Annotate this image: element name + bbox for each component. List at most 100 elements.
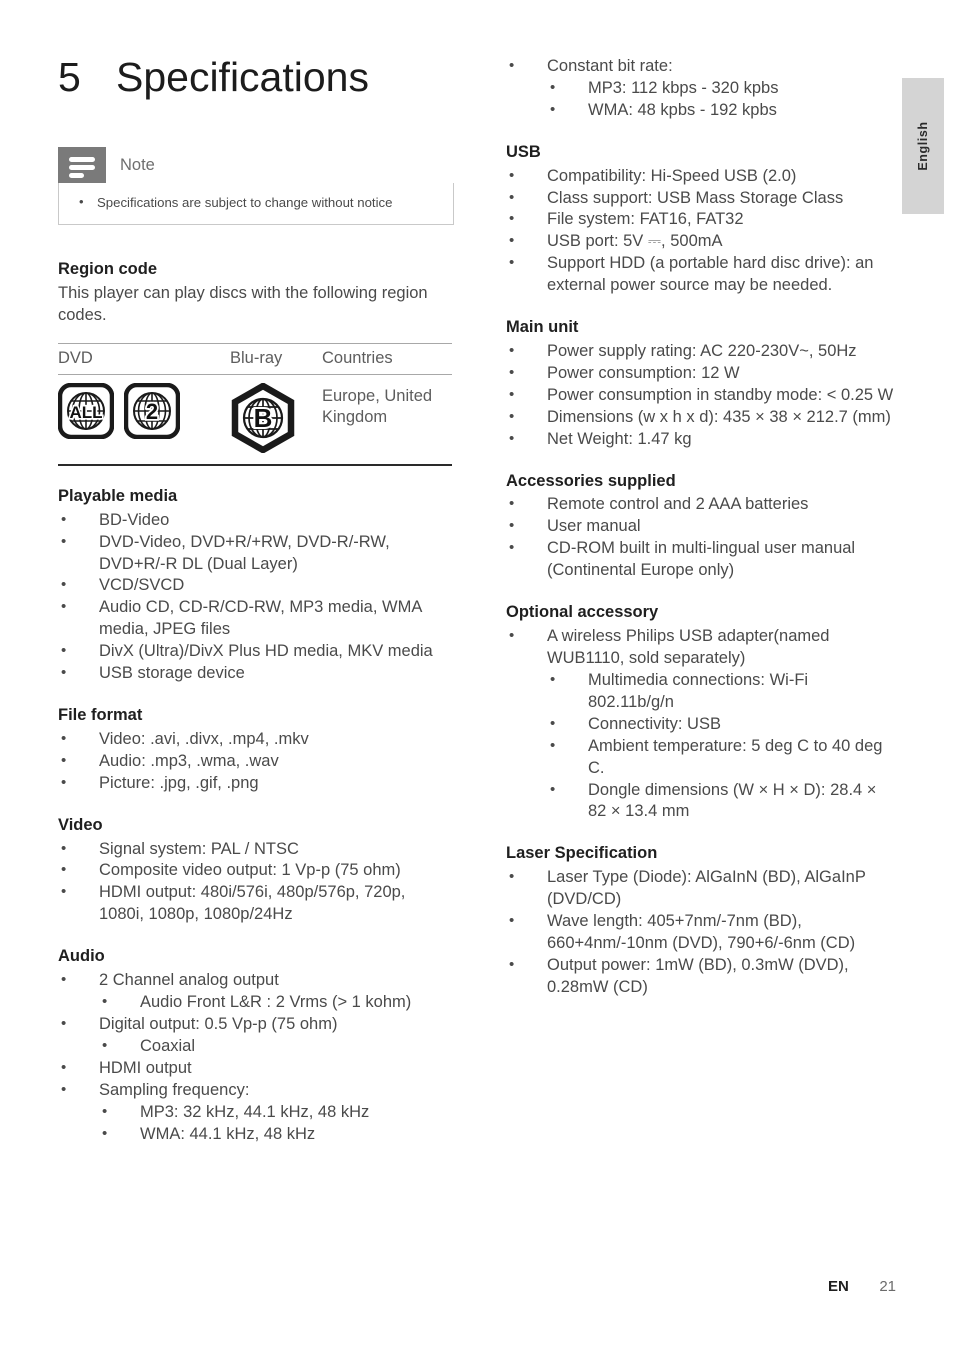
list-item: • Audio: .mp3, .wma, .wav: [58, 751, 454, 773]
list-item: • BD-Video: [58, 510, 454, 532]
language-side-tab-label: English: [916, 121, 930, 171]
bullet-icon: •: [509, 495, 515, 513]
list-item: • Power consumption in standby mode: < 0.…: [506, 385, 896, 407]
list-item-label: Signal system: PAL / NTSC: [99, 839, 299, 858]
table-header-row: DVD Blu-ray Countries: [58, 344, 452, 374]
list-item: • Class support: USB Mass Storage Class: [506, 188, 896, 210]
bullet-icon: •: [509, 517, 515, 535]
list-item-label: USB storage device: [99, 664, 245, 683]
sub-list-container: • Multimedia connections: Wi-Fi 802.11b/g…: [547, 670, 896, 824]
sub-list-item-label: Connectivity: USB: [588, 714, 721, 733]
section-heading: Optional accessory: [506, 603, 659, 622]
list-item: • Power supply rating: AC 220-230V~, 50Hz: [506, 341, 896, 363]
list-item: • 2 Channel analog output: [58, 970, 454, 992]
bullet-icon: •: [61, 971, 67, 989]
bullet-icon: •: [61, 729, 67, 747]
right-continued-list: • Constant bit rate: • MP3: 112 kbps - 320 …: [506, 56, 896, 122]
list-item: • Power consumption: 12 W: [506, 363, 896, 385]
bullet-list: • Video: .avi, .divx, .mp4, .mkv • Audio: .…: [58, 729, 454, 795]
list-item: • User manual: [506, 516, 896, 538]
section-heading: USB: [506, 142, 541, 161]
note-list-item: Specifications are subject to change wit…: [69, 193, 443, 212]
list-item-label: DivX (Ultra)/DivX Plus HD media, MKV med…: [99, 642, 433, 661]
list-item-label: Net Weight: 1.47 kg: [547, 429, 692, 448]
note-callout: Note Specifications are subject to chang…: [58, 147, 454, 225]
bullet-icon: •: [550, 670, 556, 688]
sub-list: • Audio Front L&R : 2 Vrms (> 1 kohm): [99, 992, 454, 1014]
list-item: • HDMI output: 480i/576i, 480p/576p, 720p…: [58, 882, 454, 926]
sub-list-item: • WMA: 48 kpbs - 192 kpbs: [547, 100, 896, 122]
bullet-icon: •: [509, 868, 515, 886]
list-item-label: HDMI output: 480i/576i, 480p/576p, 720p,…: [99, 883, 406, 924]
bullet-icon: •: [509, 57, 515, 74]
table-col-bluray: Blu-ray: [230, 348, 283, 367]
list-item: • File system: FAT16, FAT32: [506, 209, 896, 231]
list-item: • Dimensions (w x h x d): 435 × 38 × 212.…: [506, 407, 896, 429]
list-item: • Wave length: 405+7nm/-7nm (BD), 660+4nm…: [506, 911, 896, 955]
bullet-list: • BD-Video • DVD-Video, DVD+R/+RW, DVD-R/-R…: [58, 510, 454, 686]
list-item-label: CD-ROM built in multi-lingual user manua…: [547, 539, 856, 580]
bullet-icon: •: [509, 912, 515, 930]
bullet-list: • Power supply rating: AC 220-230V~, 50Hz…: [506, 341, 896, 451]
list-item-label: USB port: 5V ⎓, 500mA: [547, 232, 723, 251]
bullet-icon: •: [61, 510, 67, 528]
list-item-label: File system: FAT16, FAT32: [547, 210, 744, 229]
sub-list: • Coaxial: [99, 1036, 454, 1058]
section-heading: Audio: [58, 947, 105, 966]
sub-list-item-label: WMA: 44.1 kHz, 48 kHz: [140, 1124, 316, 1143]
bullet-list: • HDMI output • Sampling frequency:: [58, 1058, 454, 1102]
svg-text:ALL: ALL: [69, 403, 102, 422]
bullet-icon: •: [509, 539, 515, 557]
region-code-table: DVD Blu-ray Countries ALL 2 B Europe, Un…: [58, 342, 452, 466]
table-row: ALL 2 B Europe, United Kingdom: [58, 375, 452, 458]
left-column: 5 Specifications Note Specifications are…: [58, 55, 454, 1146]
list-item-label: Audio: .mp3, .wma, .wav: [99, 751, 279, 770]
list-item: • VCD/SVCD: [58, 575, 454, 597]
list-item-label: A wireless Philips USB adapter(named WUB…: [547, 626, 830, 667]
sub-list: • Multimedia connections: Wi-Fi 802.11b/g…: [547, 670, 896, 824]
bullet-icon: •: [61, 576, 67, 594]
sub-list-item-label: MP3: 32 kHz, 44.1 kHz, 48 kHz: [140, 1102, 370, 1121]
bullet-list: • Remote control and 2 AAA batteries • User…: [506, 494, 896, 582]
bullet-list: • Digital output: 0.5 Vp-p (75 ohm): [58, 1014, 454, 1036]
bullet-icon: •: [61, 773, 67, 791]
right-column: • Constant bit rate: • MP3: 112 kbps - 320 …: [506, 56, 896, 999]
list-item-label: VCD/SVCD: [99, 576, 185, 595]
list-item-label: User manual: [547, 517, 641, 536]
list-item-label: Audio CD, CD-R/CD-RW, MP3 media, WMA med…: [99, 598, 422, 639]
sub-list-item-label: Audio Front L&R : 2 Vrms (> 1 kohm): [140, 992, 412, 1011]
bullet-icon: •: [61, 598, 67, 616]
list-item: • Composite video output: 1 Vp-p (75 ohm): [58, 860, 454, 882]
list-item-label: Composite video output: 1 Vp-p (75 ohm): [99, 861, 401, 880]
list-item-label: Sampling frequency:: [99, 1080, 250, 1099]
sub-list-item-label: Ambient temperature: 5 deg C to 40 deg C…: [588, 736, 883, 777]
bullet-icon: •: [509, 341, 515, 359]
bullet-icon: •: [61, 1014, 67, 1032]
bullet-icon: •: [61, 861, 67, 879]
bullet-icon: •: [61, 883, 67, 901]
bullet-icon: •: [509, 166, 515, 184]
list-item-label: Power supply rating: AC 220-230V~, 50Hz: [547, 341, 857, 360]
list-item: • Compatibility: Hi-Speed USB (2.0): [506, 166, 896, 188]
list-item: • Picture: .jpg, .gif, .png: [58, 773, 454, 795]
list-item-label: Power consumption in standby mode: < 0.2…: [547, 385, 894, 404]
document-page: English 5 Specifications Note Specificat…: [0, 0, 954, 1350]
bullet-icon: •: [61, 839, 67, 857]
note-header: Note: [58, 147, 454, 184]
list-item: • Video: .avi, .divx, .mp4, .mkv: [58, 729, 454, 751]
bullet-icon: •: [102, 992, 108, 1010]
bullet-icon: •: [509, 429, 515, 447]
list-item: • Net Weight: 1.47 kg: [506, 429, 896, 451]
svg-text:B: B: [254, 403, 273, 433]
bullet-list: • Laser Type (Diode): AlGaInN (BD), AlGaI…: [506, 867, 896, 999]
list-item: • Remote control and 2 AAA batteries: [506, 494, 896, 516]
bullet-icon: •: [102, 1036, 108, 1054]
bluray-region-b-icon: B: [231, 381, 295, 454]
bullet-icon: •: [102, 1124, 108, 1142]
list-item: • HDMI output: [58, 1058, 454, 1080]
sub-list-item: • Audio Front L&R : 2 Vrms (> 1 kohm): [99, 992, 454, 1014]
right-sections-container: USB • Compatibility: Hi-Speed USB (2.0) • Cl…: [506, 142, 896, 999]
list-item: • A wireless Philips USB adapter(named WU…: [506, 626, 896, 670]
note-list: Specifications are subject to change wit…: [69, 193, 443, 212]
sub-list-item: • MP3: 32 kHz, 44.1 kHz, 48 kHz: [99, 1102, 454, 1124]
